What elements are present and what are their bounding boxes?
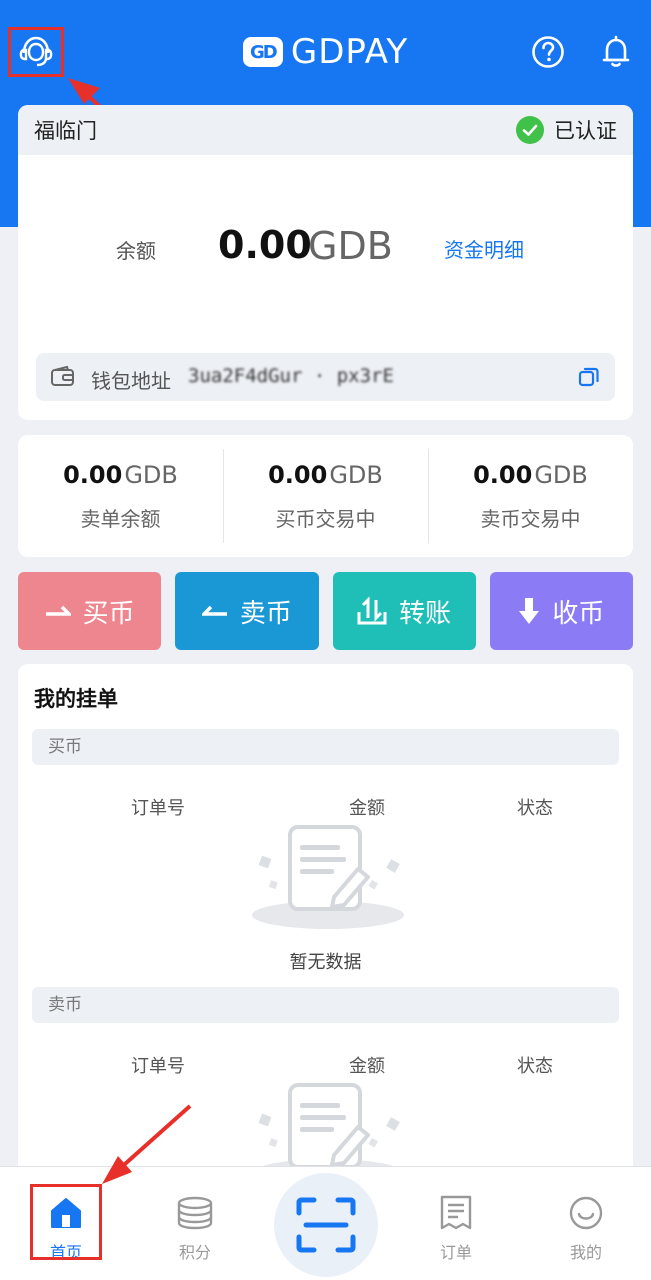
stat-label: 卖币交易中: [480, 507, 581, 531]
column-status: 状态: [517, 798, 553, 819]
stat-unit: GDB: [329, 461, 383, 489]
tab-orders[interactable]: 订单: [411, 1167, 501, 1280]
app-name: GDPAY: [290, 32, 409, 72]
stat-sell-balance: 0.00 GDB 卖单余额: [18, 435, 223, 557]
stat-unit: GDB: [124, 461, 178, 489]
my-orders-card: 我的挂单 买币 订单号 金额 状态 暂无数据 卖币 订单号 金额 状态: [18, 664, 633, 1184]
arrow-right-icon: [45, 605, 71, 616]
download-icon: [519, 598, 540, 624]
balance-unit: GDB: [308, 224, 393, 268]
stat-value: 0.00: [268, 461, 328, 489]
stat-selling: 0.00 GDB 卖币交易中: [428, 435, 633, 557]
help-icon: [532, 36, 564, 68]
copy-icon[interactable]: [578, 366, 600, 388]
top-bar: GD GDPAY: [0, 0, 651, 104]
coins-icon: [176, 1193, 214, 1233]
bell-icon: [602, 35, 630, 67]
balance-amount: 0.00: [218, 223, 312, 267]
empty-document-icon: [252, 825, 404, 929]
action-buttons: 买币 卖币 转账 收币: [18, 572, 633, 650]
balance-card: 福临门 已认证 余额 0.00 GDB 资金明细 钱包地址 3ua2F4dGur…: [18, 105, 633, 420]
transfer-icon: [357, 596, 387, 625]
annotation-highlight-home: [30, 1184, 102, 1260]
section-buy: 买币: [32, 729, 619, 765]
stat-value: 0.00: [473, 461, 533, 489]
column-status: 状态: [517, 1056, 553, 1077]
scan-icon: [296, 1197, 356, 1253]
trade-stats-card: 0.00 GDB 卖单余额 0.00 GDB 买币交易中 0.00 GDB 卖币交易中: [18, 435, 633, 557]
stat-buying: 0.00 GDB 买币交易中: [223, 435, 428, 557]
receive-coin-button[interactable]: 收币: [489, 572, 633, 650]
tab-label: 订单: [439, 1243, 472, 1262]
tab-profile[interactable]: 我的: [541, 1167, 631, 1280]
fund-details-link[interactable]: 资金明细: [444, 234, 524, 263]
check-circle-icon: [516, 116, 544, 144]
wallet-address: 3ua2F4dGur · px3rE: [188, 365, 394, 387]
empty-state-text: 暂无数据: [289, 952, 362, 973]
stat-label: 买币交易中: [275, 507, 376, 531]
verified-badge: 已认证: [516, 115, 617, 145]
balance-label: 余额: [116, 239, 156, 263]
verified-label: 已认证: [554, 119, 617, 143]
stat-label: 卖单余额: [80, 507, 161, 531]
profile-icon: [568, 1193, 604, 1233]
transfer-button[interactable]: 转账: [332, 572, 476, 650]
scan-button[interactable]: [274, 1173, 378, 1277]
column-order-no: 订单号: [131, 798, 185, 819]
action-label: 转账: [399, 598, 452, 629]
stat-unit: GDB: [534, 461, 588, 489]
section-sell: 卖币: [32, 987, 619, 1023]
notification-button[interactable]: [598, 34, 634, 70]
sell-coin-button[interactable]: 卖币: [175, 572, 319, 650]
tab-label: 我的: [569, 1243, 602, 1262]
stat-value: 0.00: [63, 461, 123, 489]
buy-coin-button[interactable]: 买币: [18, 572, 162, 650]
orders-title: 我的挂单: [34, 687, 118, 711]
wallet-label: 钱包地址: [91, 369, 171, 393]
action-label: 卖币: [239, 598, 292, 629]
wallet-icon: [51, 365, 74, 386]
order-icon: [439, 1193, 473, 1233]
column-order-no: 订单号: [131, 1056, 185, 1077]
column-amount: 金额: [349, 1056, 385, 1077]
logo-mark: GD: [242, 37, 283, 67]
action-label: 买币: [82, 598, 135, 629]
account-header: 福临门 已认证: [18, 105, 633, 155]
tab-label: 积分: [178, 1243, 211, 1262]
action-label: 收币: [552, 598, 605, 629]
tab-points[interactable]: 积分: [150, 1167, 240, 1280]
arrow-left-icon: [201, 605, 227, 616]
wallet-address-bar: 钱包地址 3ua2F4dGur · px3rE: [36, 353, 615, 401]
column-amount: 金额: [349, 798, 385, 819]
merchant-name: 福临门: [34, 119, 97, 143]
balance-row: 余额 0.00 GDB 资金明细: [18, 223, 633, 283]
help-button[interactable]: [530, 34, 566, 70]
